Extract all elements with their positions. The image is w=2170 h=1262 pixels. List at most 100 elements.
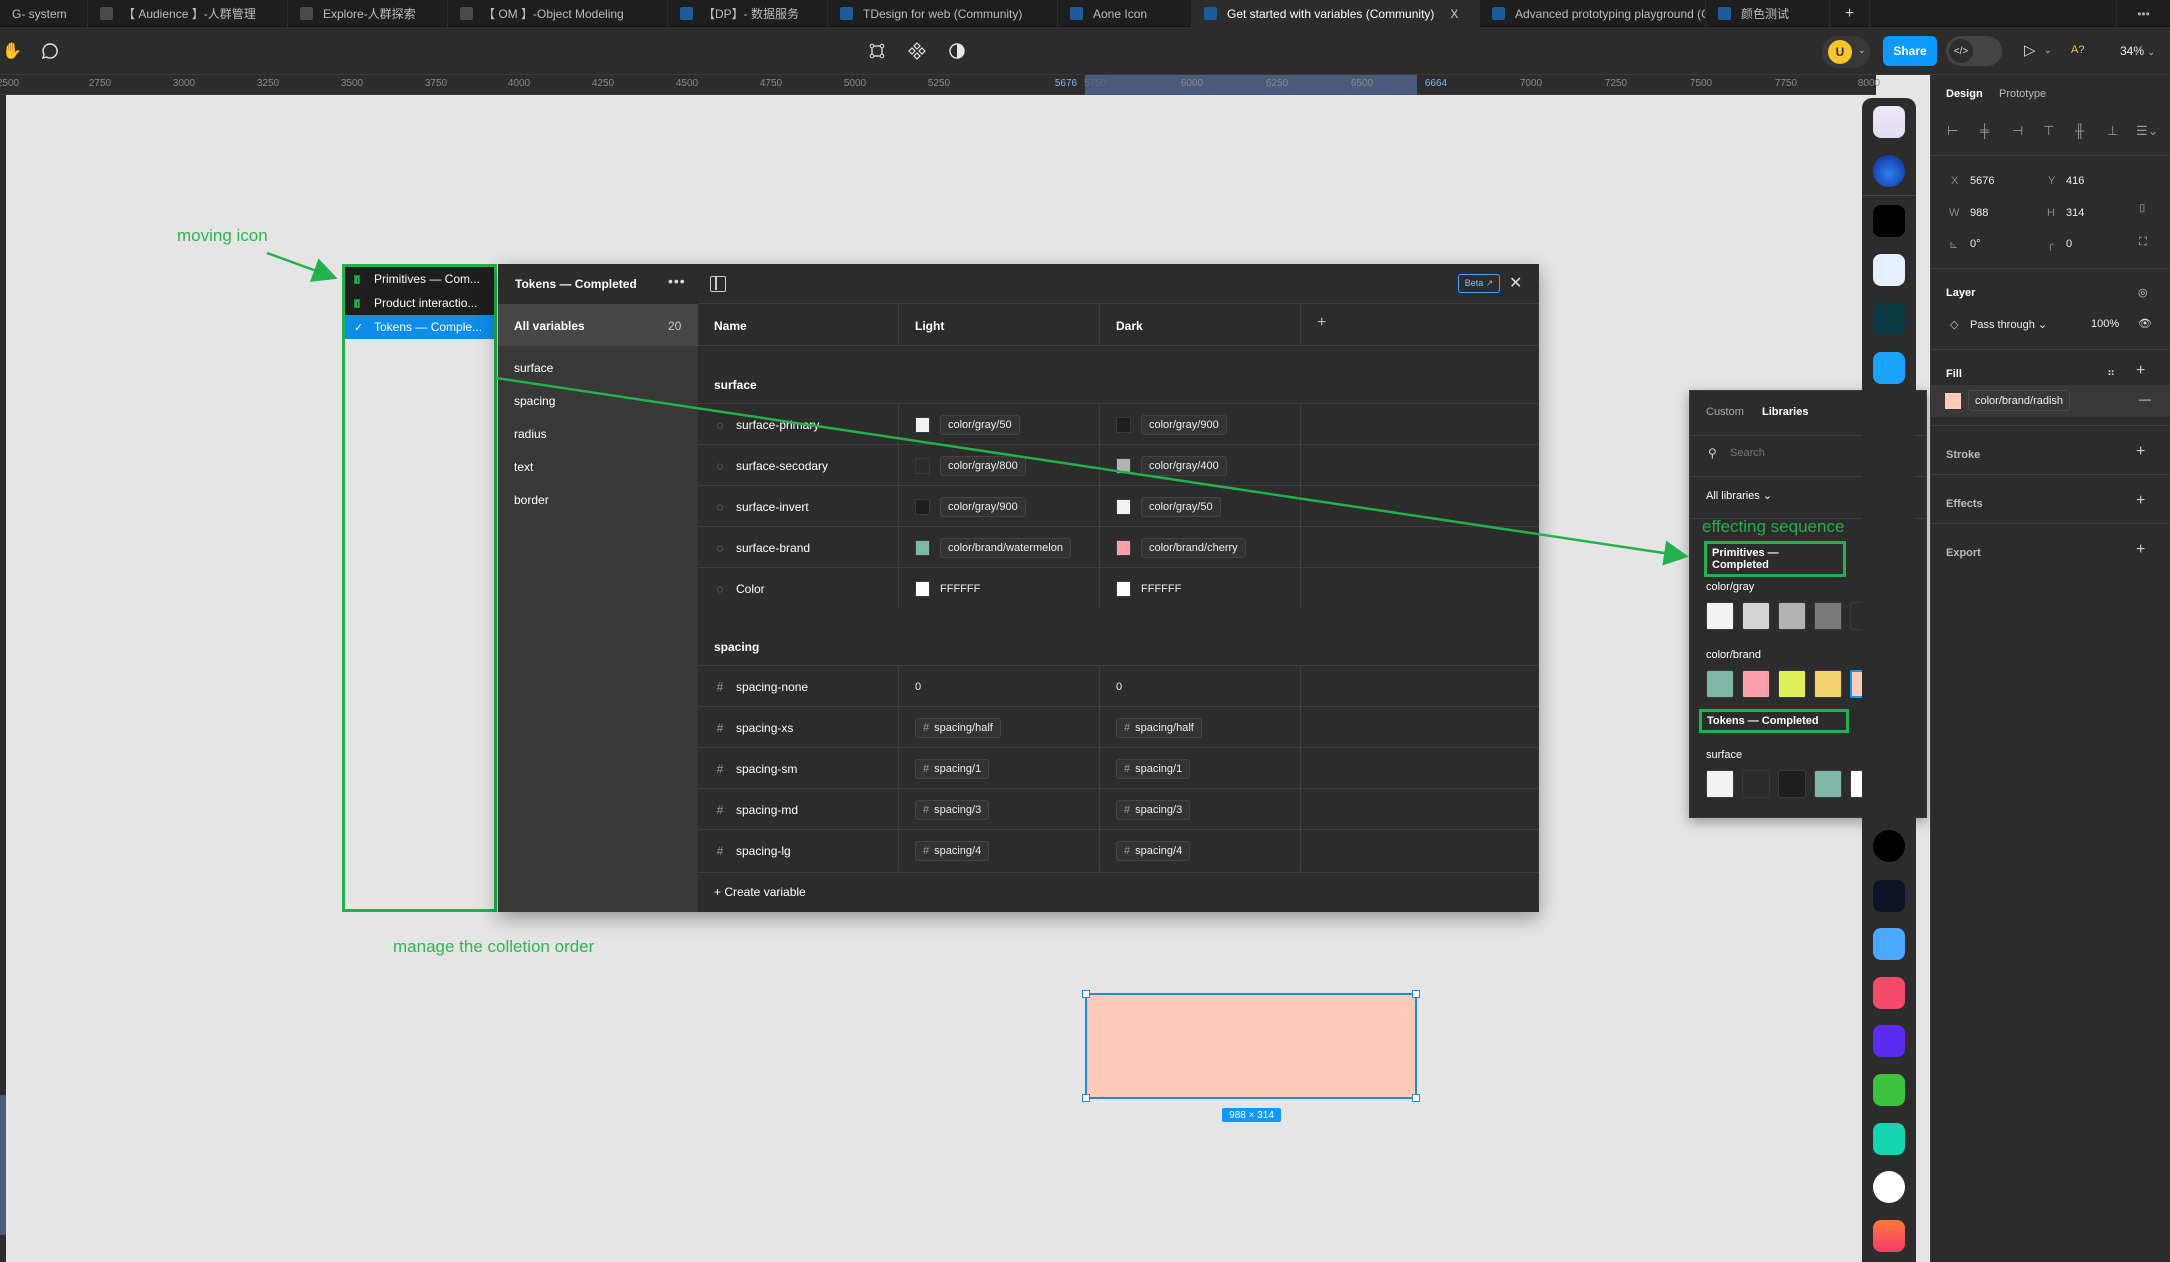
blend-mode-dropdown[interactable]: Pass through ⌄ [1970,318,2047,331]
name-cell[interactable]: # spacing-none [698,666,899,707]
close-icon[interactable]: ✕ [1509,273,1522,293]
plugin-icon-resize-frame[interactable] [1873,254,1905,286]
sidebar-group-surface[interactable]: surface [514,361,553,375]
alias-pill[interactable]: color/brand/cherry [1141,537,1246,558]
plugin-icon-wave[interactable] [1873,155,1905,187]
align-vertical-center-icon[interactable]: ╫ [2075,123,2084,138]
component-icon[interactable] [905,39,929,63]
selected-rectangle[interactable] [1082,990,1420,1102]
library-filter-dropdown[interactable]: All libraries ⌄ [1706,489,1772,502]
independent-corners-icon[interactable]: ⛶ [2139,236,2147,249]
fill-variable-pill[interactable]: color/brand/radish [1968,390,2071,411]
tab-file[interactable]: 【 Audience 】-人群管理 [88,0,288,27]
light-value-cell[interactable]: color/brand/watermelon [899,527,1100,568]
x-input[interactable]: 5676 [1970,175,1994,187]
tab-close-icon[interactable]: X [1450,7,1458,21]
name-cell[interactable]: ◌ Color [698,568,899,609]
zoom-level-dropdown[interactable]: 34% ⌄ [2120,44,2155,58]
color-swatch[interactable] [1116,498,1131,515]
align-top-icon[interactable]: ⊤ [2043,123,2054,139]
light-value-cell[interactable]: # spacing/half [899,707,1100,748]
dark-value-cell[interactable]: # spacing/half [1100,707,1301,748]
library-color-swatch[interactable] [1778,770,1806,798]
plugin-icon-hex-arrows[interactable] [1873,303,1905,335]
raw-value[interactable]: FFFFFF [940,583,980,595]
add-effect-icon[interactable]: + [2136,492,2145,510]
raw-value[interactable]: FFFFFF [1141,583,1181,595]
new-tab-button[interactable]: + [1830,0,1870,27]
rotation-input[interactable]: 0° [1970,238,1981,250]
add-export-icon[interactable]: + [2136,541,2145,559]
contrast-theme-icon[interactable] [945,39,969,63]
alias-pill[interactable]: # spacing/half [915,717,1001,738]
tab-file[interactable]: Get started with variables (Community) X [1192,0,1480,27]
name-cell[interactable]: # spacing-md [698,789,899,830]
plugin-icon-triangle[interactable] [1873,928,1905,960]
light-value-cell[interactable]: 0 [899,666,1100,707]
more-options-icon[interactable]: ••• [668,273,686,289]
dark-value-cell[interactable]: color/gray/50 [1100,486,1301,527]
resize-handle[interactable] [1412,1094,1420,1102]
library-color-swatch[interactable] [1814,770,1842,798]
plugin-icon-curve[interactable] [1873,1123,1905,1155]
style-grid-icon[interactable]: ⠶ [2107,366,2115,379]
name-cell[interactable]: ◌ surface-brand [698,527,899,568]
sidebar-group-spacing[interactable]: spacing [514,394,555,408]
tab-file[interactable]: Explore-人群探索 [288,0,448,27]
library-color-swatch[interactable] [1742,770,1770,798]
tab-design[interactable]: Design [1946,88,1983,100]
alias-pill[interactable]: color/gray/900 [940,496,1026,517]
tab-more-button[interactable]: ••• [2116,0,2170,27]
name-cell[interactable]: ◌ surface-primary [698,404,899,445]
plugin-icon-stack[interactable] [1873,106,1905,138]
drag-handle-icon[interactable] [354,274,360,284]
opacity-input[interactable]: 100% [2091,318,2119,330]
create-variable-button[interactable]: + Create variable [714,885,806,899]
table-row[interactable]: ◌ surface-invert color/gray/900 color/gray/… [698,485,1539,527]
table-row[interactable]: # spacing-sm # spacing/1 # spacing/1 [698,747,1539,789]
dark-value-cell[interactable]: FFFFFF [1100,568,1301,609]
table-row[interactable]: ◌ Color FFFFFF FFFFFF [698,567,1539,609]
library-color-swatch[interactable] [1814,602,1842,630]
light-value-cell[interactable]: color/gray/800 [899,445,1100,486]
tab-file[interactable]: 颜色测试 [1706,0,1830,27]
library-color-swatch[interactable] [1742,670,1770,698]
dark-value-cell[interactable]: color/gray/900 [1100,404,1301,445]
fill-row[interactable]: color/brand/radish — [1931,385,2170,417]
light-value-cell[interactable]: color/gray/900 [899,486,1100,527]
dark-value-cell[interactable]: # spacing/1 [1100,748,1301,789]
h-input[interactable]: 314 [2066,207,2084,219]
library-color-swatch[interactable] [1778,602,1806,630]
plugin-icon-hex-blue[interactable] [1873,352,1905,384]
library-color-swatch[interactable] [1778,670,1806,698]
color-swatch[interactable] [1116,416,1131,433]
collection-item[interactable]: ✓ Tokens — Comple... [345,315,494,339]
hand-tool-icon[interactable]: ✋ [0,39,24,63]
add-fill-icon[interactable]: + [2136,362,2145,380]
collection-item[interactable]: Primitives — Com... [345,267,494,291]
visibility-eye-icon[interactable]: 👁 [2138,317,2152,330]
sidebar-group-border[interactable]: border [514,493,549,507]
name-cell[interactable]: ◌ surface-invert [698,486,899,527]
dark-value-cell[interactable]: # spacing/4 [1100,830,1301,871]
comment-tool-icon[interactable] [38,39,62,63]
align-horizontal-center-icon[interactable]: ╪ [1980,123,1989,138]
plugin-icon-cursor[interactable] [1873,1025,1905,1057]
corner-radius-input[interactable]: 0 [2066,238,2072,250]
tab-file[interactable]: Aone Icon [1058,0,1192,27]
ai-assist-button[interactable]: A? [2071,44,2084,56]
color-swatch[interactable] [1116,580,1131,597]
alias-pill[interactable]: # spacing/1 [915,758,990,779]
constrain-proportions-icon[interactable]: ⌷ [2139,203,2146,216]
alias-pill[interactable]: color/gray/800 [940,455,1026,476]
distribute-options-icon[interactable]: ☰⌄ [2136,123,2159,139]
chevron-down-icon[interactable]: ⌄ [2044,45,2052,56]
library-color-swatch[interactable] [1706,602,1734,630]
color-swatch[interactable] [915,416,930,433]
color-swatch[interactable] [1116,539,1131,556]
alias-pill[interactable]: # spacing/1 [1116,758,1191,779]
table-row[interactable]: ◌ surface-primary color/gray/50 color/gray/… [698,403,1539,445]
table-row[interactable]: # spacing-lg # spacing/4 # spacing/4 [698,829,1539,871]
resize-handle[interactable] [1082,990,1090,998]
tab-file[interactable]: Advanced prototyping playground (Comm [1480,0,1706,27]
